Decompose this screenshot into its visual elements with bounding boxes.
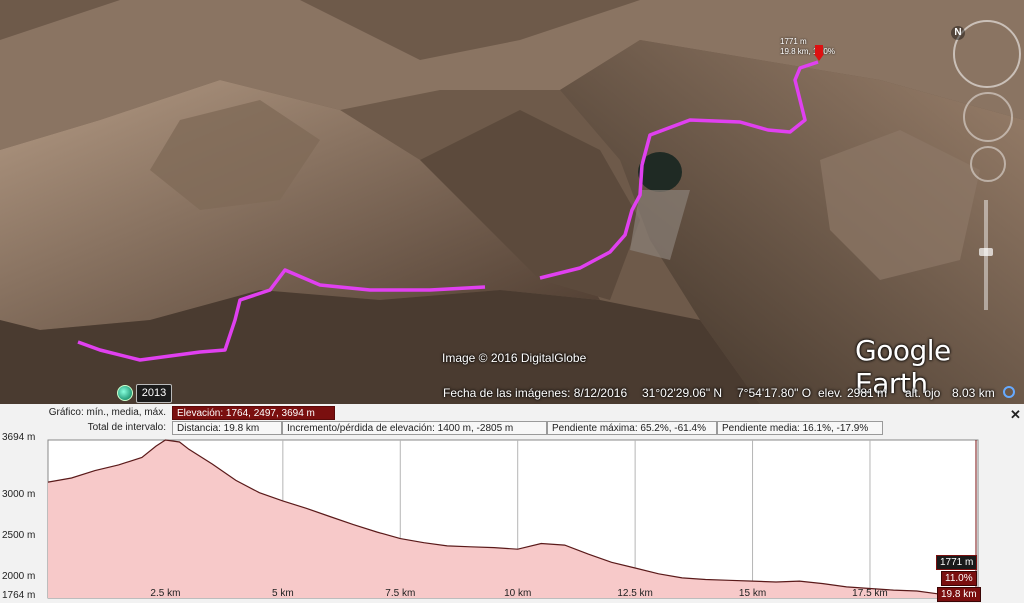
x-tick-label: 5 km xyxy=(272,588,294,599)
longitude-readout: 7°54'17.80" O xyxy=(737,386,812,400)
elevation-chart[interactable] xyxy=(0,432,1024,603)
globe-3d-view[interactable]: 1771 m 19.8 km, 11.0% N Image © 2016 Dig… xyxy=(0,0,1024,404)
imagery-copyright: Image © 2016 DigitalGlobe xyxy=(442,351,587,365)
move-control-icon[interactable] xyxy=(970,146,1006,182)
eye-altitude-label: alt. ojo xyxy=(905,386,941,400)
compass-icon[interactable]: N xyxy=(951,20,1021,88)
latitude-readout: 31°02'29.06" N xyxy=(642,386,723,400)
look-control-icon[interactable] xyxy=(963,92,1013,142)
imagery-date: Fecha de las imágenes: 8/12/2016 xyxy=(443,386,628,400)
x-tick-label: 15 km xyxy=(738,588,767,599)
elevation-stat[interactable]: Elevación: 1764, 2497, 3694 m xyxy=(172,406,335,420)
close-icon[interactable]: ✕ xyxy=(1010,407,1021,423)
end-elevation-callout: 1771 m xyxy=(936,555,978,570)
elevation-profile-panel: Gráfico: mín., media, máx. Elevación: 17… xyxy=(0,404,1024,603)
status-bar: Fecha de las imágenes: 8/12/2016 31°02'2… xyxy=(0,382,1024,404)
marker-label: 1771 m 19.8 km, 11.0% xyxy=(780,37,835,56)
x-tick-label: 17.5 km xyxy=(852,588,888,599)
y-tick-label: 2500 m xyxy=(2,529,36,541)
eye-altitude-readout: 8.03 km xyxy=(952,386,995,400)
elevation-label: elev. xyxy=(818,386,843,400)
x-tick-label: 7.5 km xyxy=(385,588,416,599)
zoom-thumb[interactable] xyxy=(979,248,993,256)
end-slope-callout: 11.0% xyxy=(941,571,977,586)
y-tick-label: 3000 m xyxy=(2,488,36,500)
x-tick-label: 10 km xyxy=(504,588,532,599)
y-tick-label: 2000 m xyxy=(2,570,36,582)
graph-mode-label: Gráfico: mín., media, máx. xyxy=(48,407,166,418)
x-tick-label: 12.5 km xyxy=(617,588,653,599)
loading-icon xyxy=(1003,386,1015,398)
zoom-slider[interactable] xyxy=(978,190,994,320)
elevation-readout: 2981 m xyxy=(847,386,888,400)
x-tick-label: 2.5 km xyxy=(150,588,181,599)
y-tick-label: 1764 m xyxy=(2,590,36,601)
y-tick-label: 3694 m xyxy=(2,432,36,443)
compass-north-label: N xyxy=(951,26,965,40)
position-marker-icon xyxy=(814,45,824,61)
end-distance-callout: 19.8 km xyxy=(937,587,981,602)
